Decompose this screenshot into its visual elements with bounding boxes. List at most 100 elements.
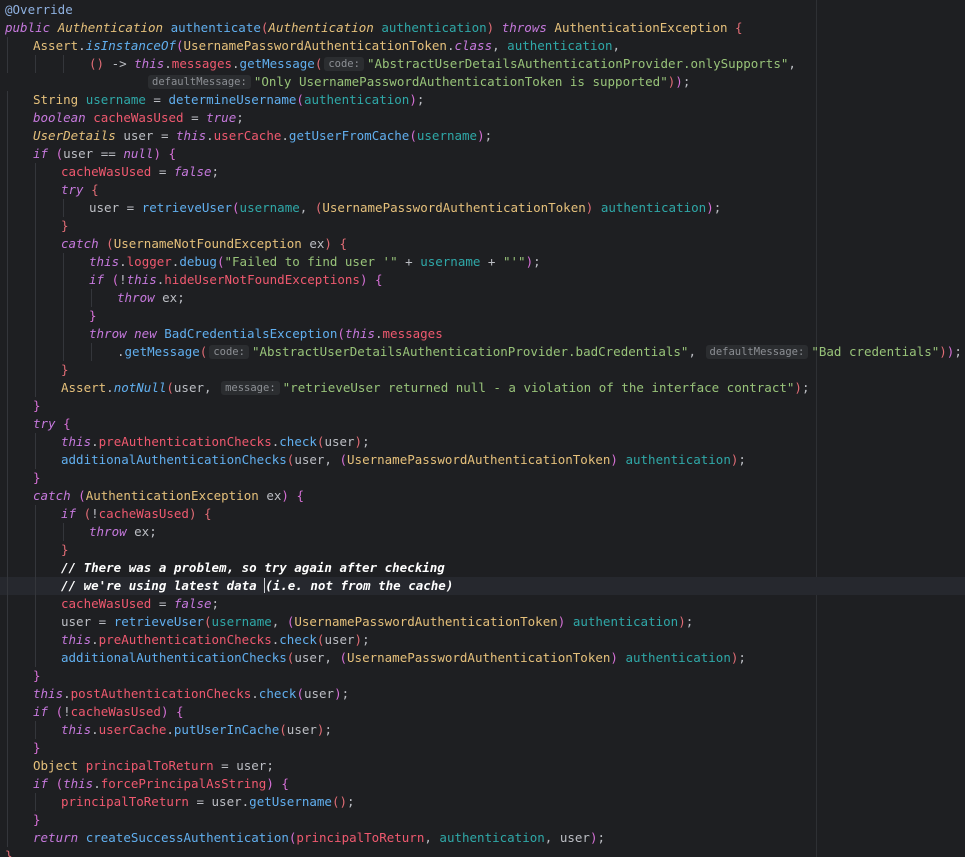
code-line[interactable]: () -> this.messages.getMessage(code: "Abs… xyxy=(0,55,965,73)
code-token: ; xyxy=(362,632,370,647)
code-line[interactable]: throw ex; xyxy=(0,289,965,307)
code-line[interactable]: return createSuccessAuthentication(princ… xyxy=(0,829,965,847)
code-token: ; xyxy=(738,452,746,467)
code-line[interactable]: } xyxy=(0,811,965,829)
code-line[interactable]: if (this.forcePrincipalAsString) { xyxy=(0,775,965,793)
code-text: catch (UsernameNotFoundException ex) { xyxy=(61,235,347,253)
code-text: throw new BadCredentialsException(this.m… xyxy=(89,325,443,343)
code-line[interactable]: this.userCache.putUserInCache(user); xyxy=(0,721,965,739)
code-line[interactable]: try { xyxy=(0,181,965,199)
code-line[interactable]: boolean cacheWasUsed = true; xyxy=(0,109,965,127)
code-line[interactable]: .getMessage(code: "AbstractUserDetailsAut… xyxy=(0,343,965,361)
code-line[interactable]: if (!this.hideUserNotFoundExceptions) { xyxy=(0,271,965,289)
code-line[interactable]: user = retrieveUser(username, (UsernameP… xyxy=(0,613,965,631)
code-token: true xyxy=(206,110,237,125)
code-line[interactable]: this.postAuthenticationChecks.check(user… xyxy=(0,685,965,703)
code-token: user xyxy=(123,128,161,143)
code-editor[interactable]: @Override public Authentication authentic… xyxy=(0,0,965,857)
code-token: ) xyxy=(354,434,363,449)
code-token: additionalAuthenticationChecks xyxy=(61,650,287,665)
code-token: "AbstractUserDetailsAuthenticationProvid… xyxy=(366,56,789,71)
code-token: check xyxy=(279,434,317,449)
code-token: user xyxy=(61,614,99,629)
code-token: ( xyxy=(339,452,348,467)
code-token: UsernamePasswordAuthenticationToken xyxy=(183,38,447,53)
code-token: ( xyxy=(111,272,120,287)
code-token: messages xyxy=(171,56,233,71)
code-line[interactable]: cacheWasUsed = false; xyxy=(0,163,965,181)
code-token: ) xyxy=(610,452,626,467)
code-token: ( xyxy=(55,146,64,161)
code-token: ) xyxy=(675,74,683,89)
code-line[interactable]: } xyxy=(0,361,965,379)
code-token: ) xyxy=(525,254,534,269)
code-line[interactable]: } xyxy=(0,307,965,325)
code-line[interactable]: catch (UsernameNotFoundException ex) { xyxy=(0,235,965,253)
code-token: false xyxy=(173,596,212,611)
code-line[interactable]: // There was a problem, so try again aft… xyxy=(0,559,965,577)
code-line[interactable]: catch (AuthenticationException ex) { xyxy=(0,487,965,505)
indent-guide xyxy=(7,37,8,55)
code-line[interactable]: } xyxy=(0,739,965,757)
code-line[interactable]: user = retrieveUser(username, (UsernameP… xyxy=(0,199,965,217)
code-line[interactable]: additionalAuthenticationChecks(user, (Us… xyxy=(0,451,965,469)
code-line[interactable]: this.logger.debug("Failed to find user '… xyxy=(0,253,965,271)
code-line[interactable]: if (!cacheWasUsed) { xyxy=(0,703,965,721)
code-line[interactable]: Assert.notNull(user, message: "retrieveUs… xyxy=(0,379,965,397)
code-text: cacheWasUsed = false; xyxy=(61,595,219,613)
code-line[interactable]: String username = determineUsername(auth… xyxy=(0,91,965,109)
code-line[interactable]: } xyxy=(0,469,965,487)
code-text: } xyxy=(33,469,41,487)
code-line[interactable]: Object principalToReturn = user; xyxy=(0,757,965,775)
code-line[interactable]: additionalAuthenticationChecks(user, (Us… xyxy=(0,649,965,667)
code-text: } xyxy=(33,667,41,685)
indent-guide xyxy=(91,289,92,307)
indent-guide xyxy=(63,307,64,325)
code-line[interactable]: } xyxy=(0,217,965,235)
code-text: .getMessage(code: "AbstractUserDetailsAut… xyxy=(117,343,962,361)
code-line[interactable]: @Override xyxy=(0,1,965,19)
code-token: , xyxy=(424,830,440,845)
indent-guide xyxy=(35,289,36,307)
indent-guide xyxy=(35,253,36,271)
code-token: authentication xyxy=(507,38,613,53)
indent-guide xyxy=(35,505,36,523)
code-token: user xyxy=(559,830,590,845)
code-line[interactable]: principalToReturn = user.getUsername(); xyxy=(0,793,965,811)
code-line[interactable]: } xyxy=(0,541,965,559)
code-line[interactable]: cacheWasUsed = false; xyxy=(0,595,965,613)
code-line[interactable]: try { xyxy=(0,415,965,433)
code-token: , xyxy=(492,38,508,53)
code-token: @Override xyxy=(5,2,73,17)
code-token: if xyxy=(33,776,56,791)
code-line[interactable]: } xyxy=(0,847,965,857)
code-line[interactable]: throw ex; xyxy=(0,523,965,541)
code-line[interactable]: this.preAuthenticationChecks.check(user)… xyxy=(0,433,965,451)
code-line[interactable]: // we're using latest data (i.e. not fro… xyxy=(0,577,965,595)
indent-guide xyxy=(63,271,64,289)
indent-guide xyxy=(7,793,8,811)
code-token: user xyxy=(303,686,335,701)
code-line[interactable]: defaultMessage: "Only UsernamePasswordAut… xyxy=(0,73,965,91)
code-line[interactable]: this.preAuthenticationChecks.check(user)… xyxy=(0,631,965,649)
indent-guide xyxy=(35,595,36,613)
code-token: UserDetails xyxy=(33,128,124,143)
code-line[interactable]: public Authentication authenticate(Authe… xyxy=(0,19,965,37)
code-token: this xyxy=(344,326,375,341)
code-text: Object principalToReturn = user; xyxy=(33,757,274,775)
code-line[interactable]: throw new BadCredentialsException(this.m… xyxy=(0,325,965,343)
code-text: String username = determineUsername(auth… xyxy=(33,91,424,109)
code-line[interactable]: if (user == null) { xyxy=(0,145,965,163)
code-line[interactable]: Assert.isInstanceOf(UsernamePasswordAuth… xyxy=(0,37,965,55)
code-line[interactable]: } xyxy=(0,667,965,685)
code-lines[interactable]: @Override public Authentication authentic… xyxy=(0,1,965,857)
code-token: ; xyxy=(801,380,810,395)
indent-guide xyxy=(7,721,8,739)
code-line[interactable]: UserDetails user = this.userCache.getUse… xyxy=(0,127,965,145)
indent-guide xyxy=(35,379,36,397)
code-token: cacheWasUsed xyxy=(70,704,161,719)
code-token: authentication xyxy=(572,614,679,629)
code-line[interactable]: if (!cacheWasUsed) { xyxy=(0,505,965,523)
code-token: ) xyxy=(477,128,485,143)
code-line[interactable]: } xyxy=(0,397,965,415)
